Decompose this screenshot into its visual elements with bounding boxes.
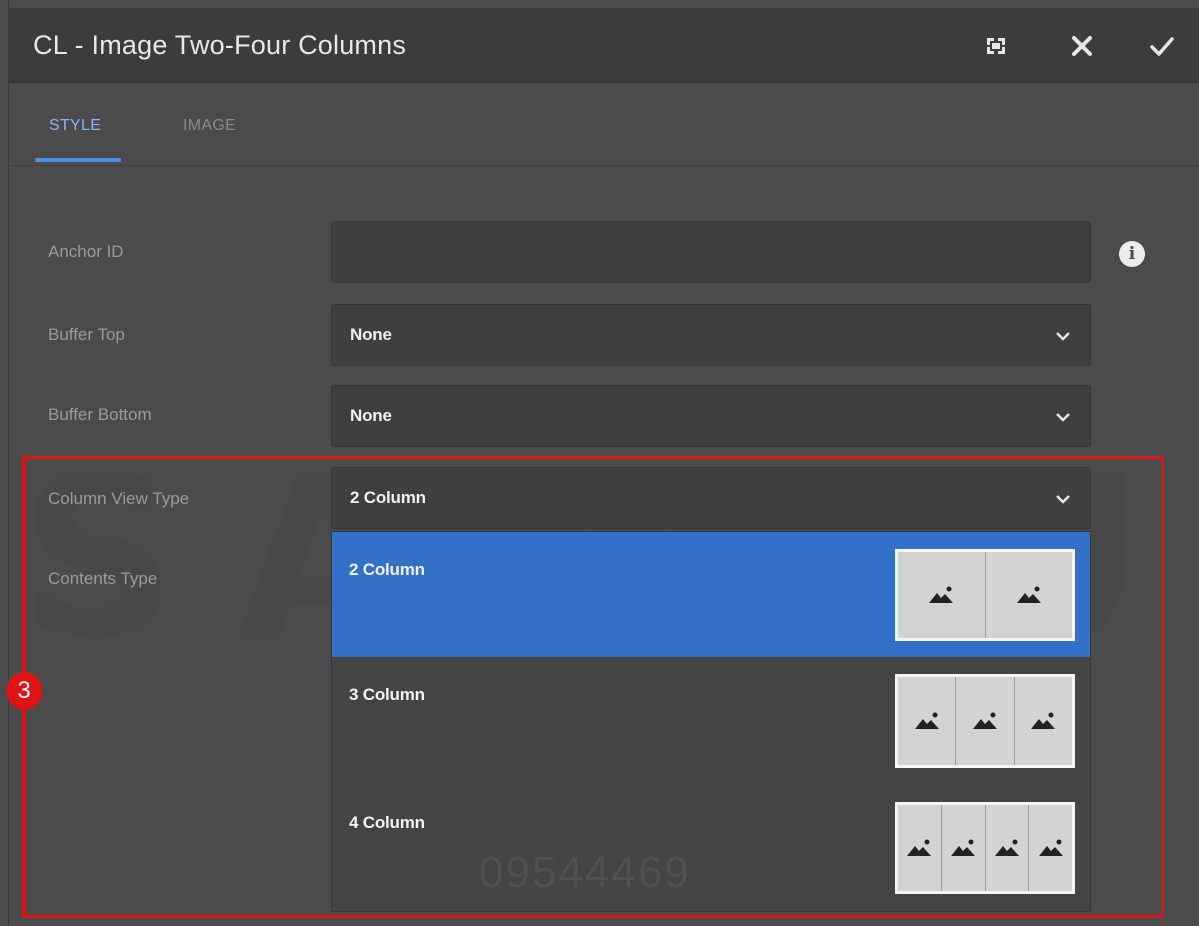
chevron-down-icon [1056, 413, 1070, 422]
option-2-column[interactable]: 2 Column [332, 532, 1090, 657]
anchor-id-label: Anchor ID [48, 242, 124, 261]
anchor-id-input[interactable] [331, 221, 1091, 283]
option-label: 2 Column [349, 560, 425, 579]
image-icon [1038, 839, 1063, 856]
column-view-type-select[interactable]: 2 Column [331, 467, 1091, 529]
column-view-type-value: 2 Column [350, 488, 426, 507]
image-icon [951, 839, 976, 856]
chevron-down-icon [1056, 332, 1070, 341]
tab-bar: STYLE IMAGE [9, 83, 1199, 166]
two-column-thumbnail [895, 549, 1075, 641]
fullscreen-button[interactable] [974, 24, 1018, 68]
four-column-thumbnail [895, 802, 1075, 894]
buffer-bottom-value: None [350, 406, 392, 425]
image-icon [994, 839, 1019, 856]
dialog: CL - Image Two-Four Columns STYLE IMAGE … [8, 0, 1199, 926]
buffer-top-select[interactable]: None [331, 304, 1091, 366]
image-icon [1016, 586, 1041, 603]
chevron-down-icon [1056, 495, 1070, 504]
image-icon [1031, 712, 1056, 729]
tab-style[interactable]: STYLE [49, 117, 101, 135]
contents-type-label: Contents Type [48, 569, 158, 588]
annotation-badge: 3 [6, 672, 42, 710]
info-icon[interactable]: i [1119, 241, 1145, 267]
option-3-column[interactable]: 3 Column [332, 657, 1090, 785]
option-label: 4 Column [349, 813, 425, 832]
confirm-button[interactable] [1140, 24, 1184, 68]
check-icon [1150, 37, 1174, 56]
close-button[interactable] [1060, 24, 1104, 68]
dialog-title: CL - Image Two-Four Columns [33, 30, 407, 60]
three-column-thumbnail [895, 674, 1075, 768]
dialog-titlebar: CL - Image Two-Four Columns [9, 8, 1199, 83]
column-view-type-label: Column View Type [48, 489, 190, 508]
buffer-bottom-select[interactable]: None [331, 385, 1091, 447]
image-icon [972, 712, 997, 729]
option-4-column[interactable]: 4 Column [332, 785, 1090, 911]
fullscreen-icon [987, 38, 1005, 54]
buffer-bottom-label: Buffer Bottom [48, 405, 152, 424]
active-tab-indicator [35, 158, 121, 162]
buffer-top-value: None [350, 325, 392, 344]
image-icon [914, 712, 939, 729]
close-icon [1072, 36, 1092, 56]
column-view-type-dropdown: 2 Column 3 Column 4 Column [331, 531, 1091, 912]
buffer-top-label: Buffer Top [48, 325, 125, 344]
image-icon [929, 586, 954, 603]
option-label: 3 Column [349, 685, 425, 704]
image-icon [907, 839, 932, 856]
tab-image[interactable]: IMAGE [183, 117, 236, 135]
